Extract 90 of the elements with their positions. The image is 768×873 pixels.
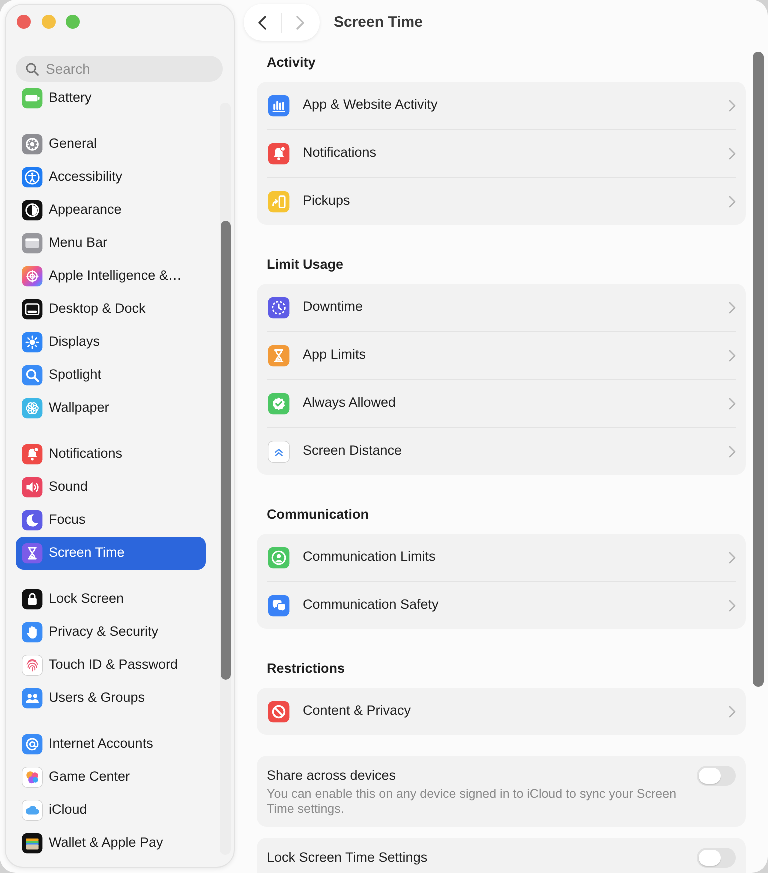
sidebar-item[interactable]: Battery: [16, 82, 206, 115]
speech-bubbles-icon: [268, 594, 290, 616]
sidebar-item[interactable]: Accessibility: [16, 161, 206, 194]
settings-row[interactable]: Content & Privacy: [257, 688, 746, 735]
sidebar-item[interactable]: General: [16, 128, 206, 161]
settings-row[interactable]: App & Website Activity: [257, 82, 746, 129]
minimize-button[interactable]: [42, 15, 56, 29]
section-heading: Activity: [266, 54, 317, 72]
chevron-right-icon: [296, 16, 305, 30]
close-button[interactable]: [17, 15, 31, 29]
section-heading: Limit Usage: [266, 256, 345, 274]
section-heading: Communication: [266, 506, 370, 524]
dock-icon: [22, 299, 43, 320]
prohibited-icon: [268, 700, 290, 722]
sidebar-item[interactable]: Menu Bar: [16, 227, 206, 260]
hourglass-icon: [22, 543, 43, 564]
hourglass-icon: [268, 344, 290, 366]
gear-icon: [22, 134, 43, 155]
checkmark-badge-icon: [268, 392, 290, 414]
sidebar-item[interactable]: Displays: [16, 326, 206, 359]
moon-icon: [22, 510, 43, 531]
settings-row[interactable]: Communication Safety: [257, 582, 746, 629]
crosshair-icon: [22, 266, 43, 287]
sidebar-item[interactable]: Screen Time: [16, 537, 206, 570]
magnifier-icon: [22, 365, 43, 386]
bar-chart-icon: [268, 94, 290, 116]
battery-icon: [22, 88, 43, 109]
setting-description: You can enable this on any device signed in to iCloud to sync your Screen Time settings.: [267, 787, 678, 817]
speaker-icon: [22, 477, 43, 498]
sun-icon: [22, 332, 43, 353]
accessibility-icon: [22, 167, 43, 188]
chevron-right-icon: [729, 302, 736, 314]
chevron-right-icon: [729, 600, 736, 612]
bell-icon: [268, 142, 290, 164]
chevron-right-icon: [729, 398, 736, 410]
sidebar-item[interactable]: Sound: [16, 471, 206, 504]
page-title: Screen Time: [334, 12, 423, 32]
sidebar-item[interactable]: Apple Intelligence &…: [16, 260, 206, 293]
settings-row[interactable]: App Limits: [257, 332, 746, 379]
chevron-left-icon: [258, 16, 267, 30]
hand-icon: [22, 622, 43, 643]
chevron-right-icon: [729, 196, 736, 208]
menu-bar-icon: [22, 233, 43, 254]
toggle-switch[interactable]: [697, 766, 736, 786]
double-chevron-icon: [268, 440, 290, 462]
sidebar-item[interactable]: Desktop & Dock: [16, 293, 206, 326]
sidebar-item[interactable]: Spotlight: [16, 359, 206, 392]
people-icon: [22, 688, 43, 709]
chevron-right-icon: [729, 446, 736, 458]
chevron-right-icon: [729, 148, 736, 160]
scrollbar-thumb[interactable]: [220, 221, 230, 680]
wallet-icon: [22, 833, 43, 854]
sidebar-item[interactable]: Internet Accounts: [16, 728, 206, 761]
settings-row[interactable]: Screen Distance: [257, 428, 746, 475]
cloud-icon: [22, 800, 43, 821]
chevron-right-icon: [729, 706, 736, 718]
sidebar-item[interactable]: Lock Screen: [16, 583, 206, 616]
setting-title: Share across devices: [267, 768, 398, 784]
setting-title: Lock Screen Time Settings: [267, 850, 429, 866]
chevron-right-icon: [729, 552, 736, 564]
chevron-right-icon: [729, 100, 736, 112]
settings-row[interactable]: Communication Limits: [257, 534, 746, 581]
section-heading: Restrictions: [266, 660, 346, 678]
chevron-right-icon: [729, 350, 736, 362]
clock-icon: [268, 296, 290, 318]
sidebar-item[interactable]: Notifications: [16, 438, 206, 471]
colorful-bubbles-icon: [22, 767, 43, 788]
sidebar-item[interactable]: Wallet & Apple Pay: [16, 827, 206, 860]
sidebar-item[interactable]: Focus: [16, 504, 206, 537]
settings-row[interactable]: Notifications: [257, 130, 746, 177]
zoom-button[interactable]: [66, 15, 80, 29]
fingerprint-icon: [22, 655, 43, 676]
at-sign-icon: [22, 734, 43, 755]
sidebar-item[interactable]: iCloud: [16, 794, 206, 827]
settings-row[interactable]: Pickups: [257, 178, 746, 225]
settings-row[interactable]: Always Allowed: [257, 380, 746, 427]
settings-row[interactable]: Downtime: [257, 284, 746, 331]
flower-icon: [22, 398, 43, 419]
search-field[interactable]: Search: [16, 56, 223, 82]
search-icon: [26, 62, 39, 76]
sidebar-item[interactable]: Game Center: [16, 761, 206, 794]
sidebar-item[interactable]: Privacy & Security: [16, 616, 206, 649]
bell-icon: [22, 444, 43, 465]
sidebar-item[interactable]: Touch ID & Password: [16, 649, 206, 682]
sidebar-item[interactable]: Appearance: [16, 194, 206, 227]
toggle-switch[interactable]: [697, 848, 736, 868]
sidebar-item[interactable]: Users & Groups: [16, 682, 206, 715]
lock-icon: [22, 589, 43, 610]
scrollbar-thumb[interactable]: [753, 52, 764, 687]
sidebar-item[interactable]: Wallpaper: [16, 392, 206, 425]
